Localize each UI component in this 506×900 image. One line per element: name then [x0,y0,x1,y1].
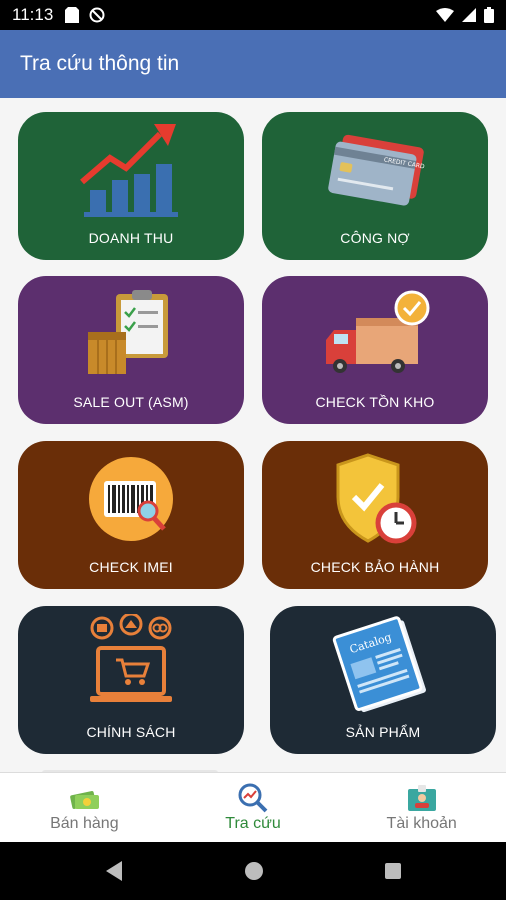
tile-check-imei[interactable]: CHECK IMEI [18,441,244,589]
tile-label: SALE OUT (ASM) [73,394,189,410]
system-navigation-bar [0,842,506,900]
tile-label: CHÍNH SÁCH [86,724,176,740]
app-bar: Tra cứu thông tin [0,30,506,98]
delivery-truck-icon [326,290,430,373]
credit-card-icon: CREDIT CARD [328,134,425,206]
wifi-icon [436,8,454,22]
recents-icon[interactable] [384,862,402,880]
money-icon [70,790,100,809]
signal-icon [462,8,476,22]
home-icon[interactable] [244,861,264,881]
tile-sale-out[interactable]: SALE OUT (ASM) [18,276,244,424]
tile-check-ton-kho[interactable]: CHECK TỒN KHO [262,276,488,424]
tile-san-pham[interactable]: Catalog SẢN PHẨM [270,606,496,754]
catalog-book-icon: Catalog [332,616,426,713]
bottom-navigation: Bán hàng Tra cứu Tài khoản [0,772,506,842]
tile-label: DOANH THU [88,230,174,246]
tile-label: SẢN PHẨM [345,724,421,740]
ecommerce-laptop-icon [90,614,172,702]
nav-tra-cuu[interactable]: Tra cứu [169,773,338,842]
tile-label: CHECK IMEI [89,559,173,575]
tile-doanh-thu[interactable]: DOANH THU [18,112,244,260]
revenue-chart-icon [80,124,178,217]
sd-card-icon [65,7,80,23]
tile-check-bao-hanh[interactable]: CHECK BẢO HÀNH [262,441,488,589]
clipboard-box-icon [88,290,168,374]
tile-label: CÔNG NỢ [340,230,410,246]
back-icon[interactable] [104,860,124,882]
nav-label: Bán hàng [50,814,119,832]
tile-cong-no[interactable]: CREDIT CARD CÔNG NỢ [262,112,488,260]
page-title: Tra cứu thông tin [20,52,180,75]
status-time: 11:13 [12,5,54,24]
tile-label: CHECK TỒN KHO [315,394,435,410]
search-chart-icon [238,783,268,812]
status-bar: 11:13 [0,0,506,30]
tile-label: CHECK BẢO HÀNH [310,559,440,575]
tile-chinh-sach[interactable]: CHÍNH SÁCH [18,606,244,754]
battery-icon [484,7,494,23]
nav-tai-khoan[interactable]: Tài khoản [337,773,506,842]
warranty-shield-icon [336,453,417,544]
nav-ban-hang[interactable]: Bán hàng [0,773,169,842]
nav-label: Tra cứu [225,814,281,832]
menu-grid: DOANH THU CREDIT CARD CÔNG NỢ SALE OUT (… [0,98,506,772]
barcode-scan-icon [89,457,173,541]
nav-label: Tài khoản [386,814,457,832]
account-id-card-icon [407,784,436,811]
do-not-disturb-icon [89,7,105,23]
